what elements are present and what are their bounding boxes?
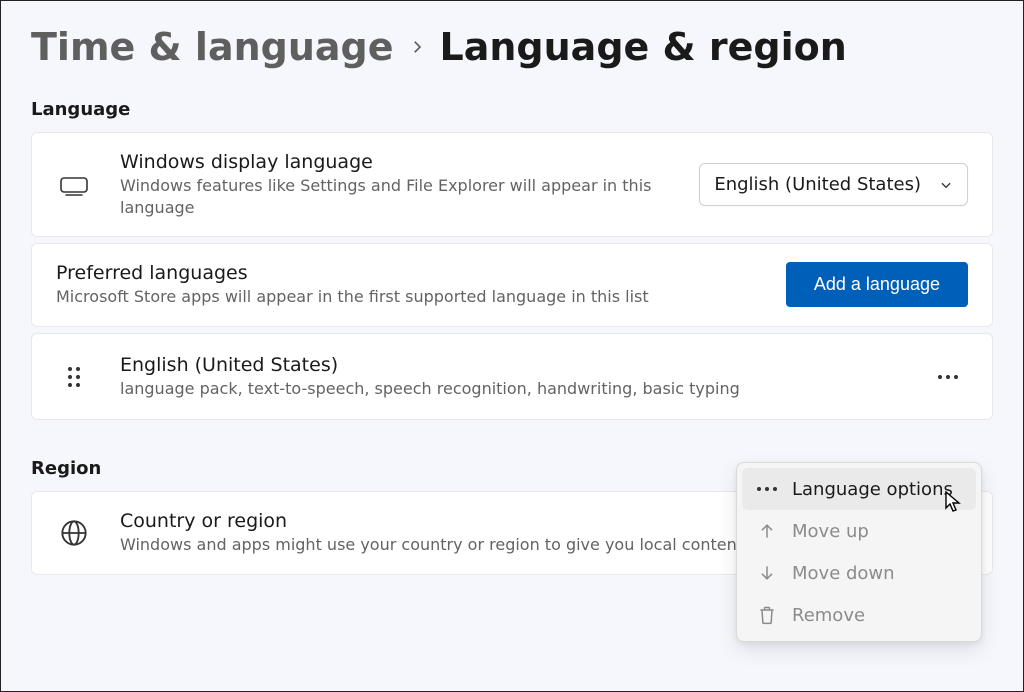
breadcrumb-current: Language & region [440,25,847,69]
menu-item-label: Language options [792,479,953,500]
more-icon [938,375,958,379]
preferred-languages-card: Preferred languages Microsoft Store apps… [31,243,993,327]
add-language-button[interactable]: Add a language [786,262,968,307]
display-language-dropdown[interactable]: English (United States) [699,163,968,206]
trash-icon [756,604,778,626]
chevron-right-icon [408,38,426,56]
menu-move-up: Move up [742,510,976,552]
breadcrumb-parent[interactable]: Time & language [31,25,394,69]
display-language-title: Windows display language [120,151,671,173]
display-language-card: Windows display language Windows feature… [31,132,993,237]
menu-item-label: Remove [792,605,865,626]
more-icon [756,478,778,500]
language-item-title: English (United States) [120,354,900,376]
menu-language-options[interactable]: Language options [742,468,976,510]
display-icon [56,174,92,196]
breadcrumb: Time & language Language & region [31,25,993,69]
menu-remove: Remove [742,594,976,636]
chevron-down-icon [939,178,953,192]
language-item-sub: language pack, text-to-speech, speech re… [120,378,900,400]
menu-item-label: Move down [792,563,895,584]
context-menu: Language options Move up Move down Remov… [736,462,982,642]
preferred-languages-sub: Microsoft Store apps will appear in the … [56,286,758,308]
arrow-up-icon [756,520,778,542]
menu-move-down: Move down [742,552,976,594]
language-item[interactable]: English (United States) language pack, t… [31,333,993,421]
arrow-down-icon [756,562,778,584]
display-language-value: English (United States) [714,174,921,195]
drag-handle-icon[interactable] [56,367,92,387]
globe-icon [56,519,92,547]
more-options-button[interactable] [928,357,968,397]
section-label-language: Language [31,99,993,120]
menu-item-label: Move up [792,521,869,542]
display-language-sub: Windows features like Settings and File … [120,175,671,218]
preferred-languages-title: Preferred languages [56,262,758,284]
